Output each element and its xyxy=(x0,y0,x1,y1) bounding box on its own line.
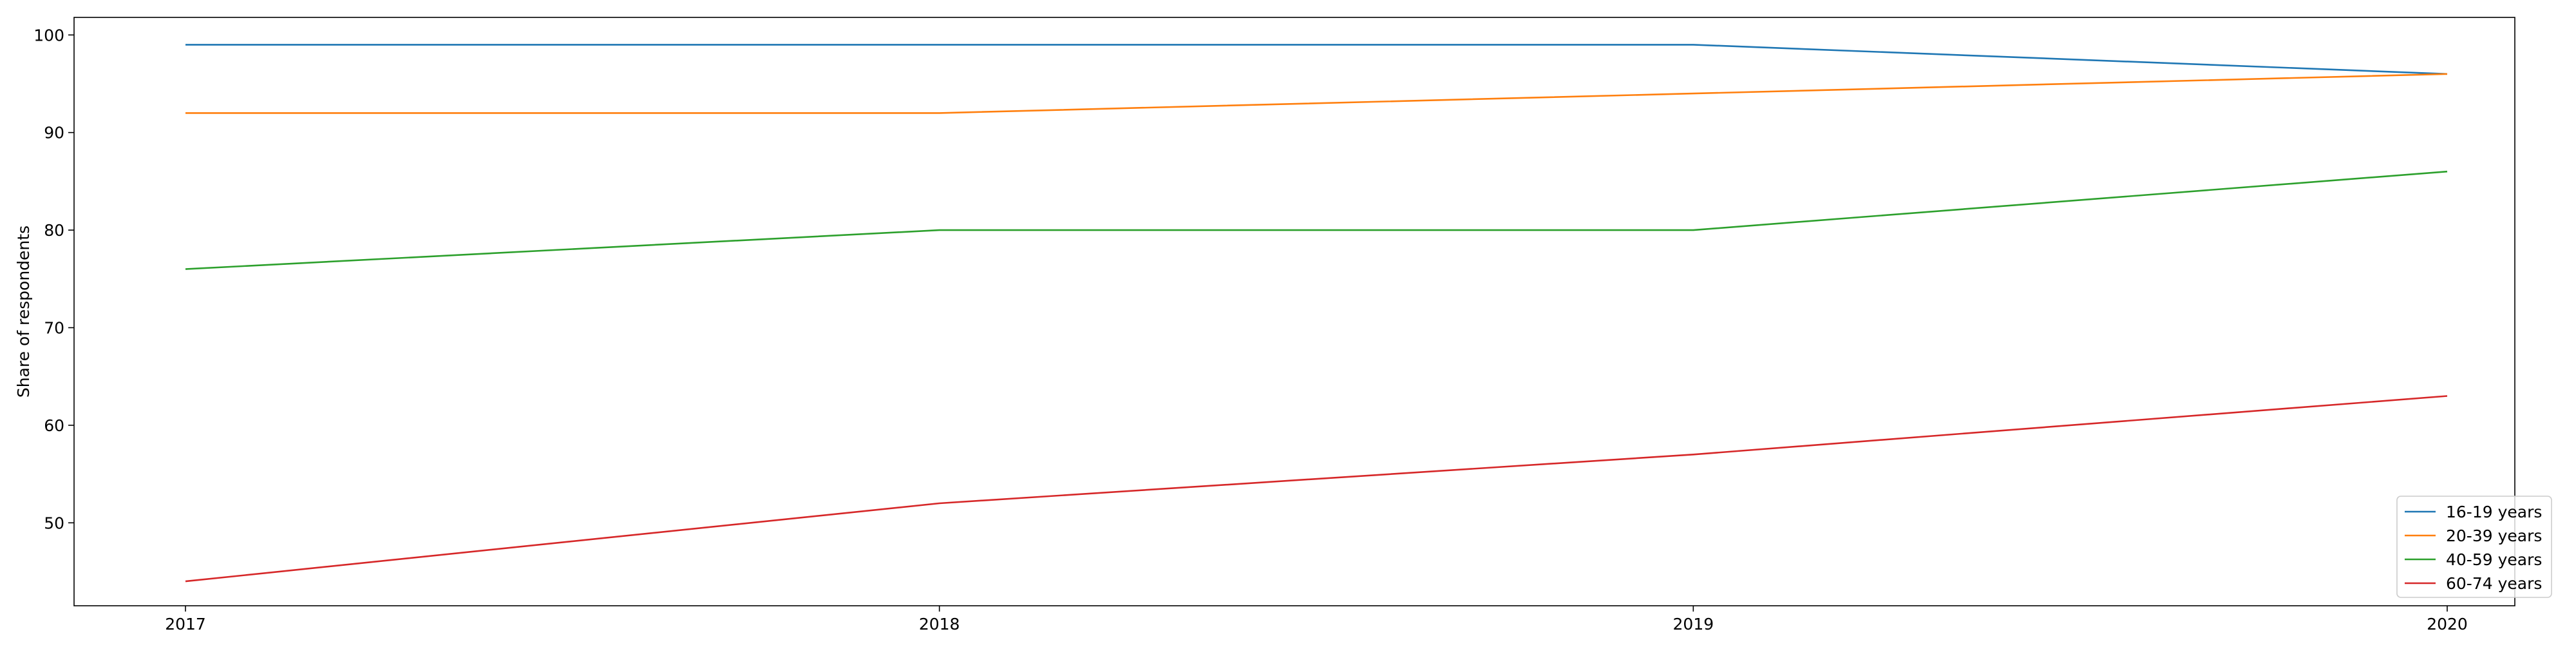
series-line-60-74-years xyxy=(185,395,2448,583)
y-tick-label: 100 xyxy=(33,26,64,44)
series-line-20-39-years xyxy=(185,73,2448,114)
y-tick-label: 50 xyxy=(44,514,64,532)
y-tick-label: 60 xyxy=(44,416,64,435)
x-tick-label: 2020 xyxy=(2427,615,2468,633)
y-tick-label: 70 xyxy=(44,318,64,337)
line-chart: 50 60 70 80 90 100 2017 2018 2019 2020 Share of re… xyxy=(14,17,2552,633)
y-tick-label: 80 xyxy=(44,221,64,240)
axes-layer: 50 60 70 80 90 100 2017 2018 2019 2020 Share of re… xyxy=(14,17,2515,633)
series-line-40-59-years xyxy=(185,170,2448,270)
legend: 16-19 years 20-39 years 40-59 years 60-74 y… xyxy=(2396,496,2552,598)
chart-container: 50 60 70 80 90 100 2017 2018 2019 2020 Share of re… xyxy=(0,0,2576,644)
x-tick-label: 2019 xyxy=(1673,615,1714,633)
y-axis-label: Share of respondents xyxy=(14,226,33,398)
x-tick-label: 2017 xyxy=(165,615,206,633)
legend-label: 16-19 years xyxy=(2446,503,2542,521)
x-tick-label: 2018 xyxy=(919,615,960,633)
legend-label: 40-59 years xyxy=(2446,550,2542,569)
legend-label: 60-74 years xyxy=(2446,574,2542,593)
plot-frame xyxy=(73,17,2515,606)
y-tick-label: 90 xyxy=(44,124,64,142)
series-lines-layer xyxy=(185,44,2448,583)
legend-label: 20-39 years xyxy=(2446,526,2542,545)
series-line-16-19-years xyxy=(185,44,2448,75)
